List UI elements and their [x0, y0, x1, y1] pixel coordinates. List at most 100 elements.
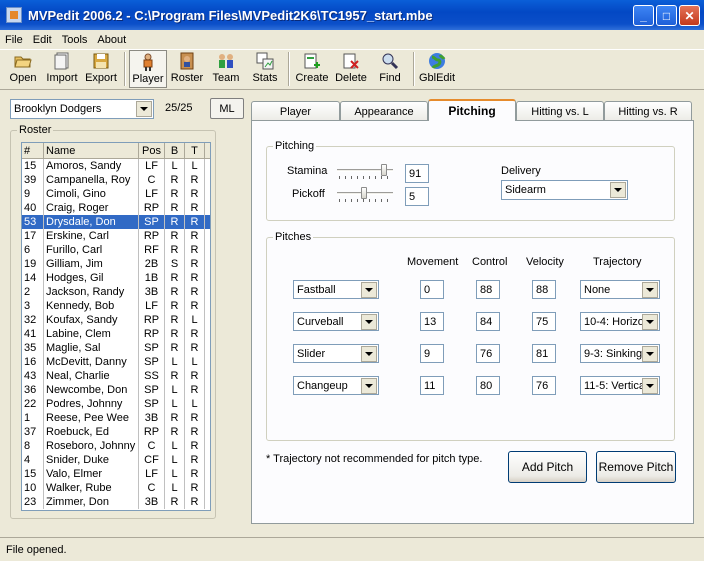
remove-pitch-button[interactable]: Remove Pitch [596, 451, 676, 483]
trajectory-dropdown[interactable]: None [580, 280, 660, 299]
table-row[interactable]: 43 Neal, Charlie SS R R [22, 369, 210, 383]
pitch-type-dropdown[interactable]: Slider [293, 344, 379, 363]
gbledit-button[interactable]: GblEdit [418, 50, 456, 88]
control-input[interactable]: 76 [476, 344, 500, 363]
create-button[interactable]: Create [293, 50, 331, 88]
menu-file[interactable]: File [0, 34, 28, 46]
find-button[interactable]: Find [371, 50, 409, 88]
movement-input[interactable]: 13 [420, 312, 444, 331]
import-button[interactable]: Import [43, 50, 81, 88]
control-input[interactable]: 88 [476, 280, 500, 299]
open-button[interactable]: Open [4, 50, 42, 88]
add-pitch-button[interactable]: Add Pitch [508, 451, 587, 483]
player-button[interactable]: Player [129, 50, 167, 88]
minimize-button[interactable]: _ [633, 5, 654, 26]
table-row[interactable]: 32 Koufax, Sandy RP R L [22, 313, 210, 327]
control-input[interactable]: 84 [476, 312, 500, 331]
close-button[interactable]: ✕ [679, 5, 700, 26]
pitch-type-dropdown[interactable]: Fastball [293, 280, 379, 299]
table-row[interactable]: 1 Reese, Pee Wee 3B R R [22, 411, 210, 425]
tab-pitching[interactable]: Pitching [428, 99, 516, 121]
trajectory-dropdown[interactable]: 11-5: Vertica [580, 376, 660, 395]
tab-appearance[interactable]: Appearance [340, 101, 428, 121]
table-row[interactable]: 15 Valo, Elmer LF L R [22, 467, 210, 481]
pickoff-slider-thumb[interactable] [361, 187, 367, 199]
table-row[interactable]: 8 Roseboro, Johnny C L R [22, 439, 210, 453]
roster-pos: SP [139, 355, 165, 369]
roster-throws: R [185, 271, 205, 285]
column-header-bats[interactable]: B [165, 143, 185, 158]
pitch-type-dropdown[interactable]: Curveball [293, 312, 379, 331]
chevron-down-icon[interactable] [642, 314, 658, 330]
table-row[interactable]: 6 Furillo, Carl RF R R [22, 243, 210, 257]
movement-input[interactable]: 0 [420, 280, 444, 299]
chevron-down-icon[interactable] [136, 101, 152, 117]
tab-hitting-vs-l[interactable]: Hitting vs. L [516, 101, 604, 121]
chevron-down-icon[interactable] [361, 378, 377, 394]
table-row[interactable]: 2 Jackson, Randy 3B R R [22, 285, 210, 299]
velocity-input[interactable]: 81 [532, 344, 556, 363]
team-dropdown[interactable]: Brooklyn Dodgers [10, 99, 154, 119]
stats-button[interactable]: Stats [246, 50, 284, 88]
table-row[interactable]: 16 McDevitt, Danny SP L L [22, 355, 210, 369]
table-row[interactable]: 35 Maglie, Sal SP R R [22, 341, 210, 355]
table-row[interactable]: 40 Craig, Roger RP R R [22, 201, 210, 215]
menu-edit[interactable]: Edit [28, 34, 57, 46]
table-row[interactable]: 9 Cimoli, Gino LF R R [22, 187, 210, 201]
chevron-down-icon[interactable] [642, 282, 658, 298]
column-header-number[interactable]: # [22, 143, 44, 158]
movement-input[interactable]: 11 [420, 376, 444, 395]
table-row[interactable]: 10 Walker, Rube C L R [22, 481, 210, 495]
table-row[interactable]: 3 Kennedy, Bob LF R R [22, 299, 210, 313]
table-row[interactable]: 53 Drysdale, Don SP R R [22, 215, 210, 229]
trajectory-dropdown[interactable]: 10-4: Horizo [580, 312, 660, 331]
team-button[interactable]: Team [207, 50, 245, 88]
chevron-down-icon[interactable] [361, 314, 377, 330]
chevron-down-icon[interactable] [642, 346, 658, 362]
table-row[interactable]: 17 Erskine, Carl RP R R [22, 229, 210, 243]
column-header-control: Control [472, 256, 508, 268]
maximize-button[interactable]: □ [656, 5, 677, 26]
table-row[interactable]: 23 Zimmer, Don 3B R R [22, 495, 210, 509]
table-row[interactable]: 4 Snider, Duke CF L R [22, 453, 210, 467]
velocity-input[interactable]: 76 [532, 376, 556, 395]
pitch-type-dropdown[interactable]: Changeup [293, 376, 379, 395]
tab-hitting-vs-r[interactable]: Hitting vs. R [604, 101, 692, 121]
roster-table[interactable]: # Name Pos B T 15 Amoros, Sandy LF L L 39 Camp… [21, 142, 211, 511]
stamina-slider-thumb[interactable] [381, 164, 387, 176]
column-header-throws[interactable]: T [185, 143, 205, 158]
import-page-icon [54, 52, 69, 70]
chevron-down-icon[interactable] [610, 182, 626, 198]
trajectory-dropdown[interactable]: 9-3: Sinking [580, 344, 660, 363]
stamina-slider[interactable] [337, 164, 393, 180]
roster-button[interactable]: Roster [168, 50, 206, 88]
delivery-dropdown[interactable]: Sidearm [501, 180, 628, 200]
chevron-down-icon[interactable] [642, 378, 658, 394]
export-button[interactable]: Export [82, 50, 120, 88]
chevron-down-icon[interactable] [361, 346, 377, 362]
velocity-input[interactable]: 88 [532, 280, 556, 299]
menu-about[interactable]: About [92, 34, 131, 46]
velocity-input[interactable]: 75 [532, 312, 556, 331]
stamina-input[interactable]: 91 [405, 164, 429, 183]
ml-button[interactable]: ML [210, 98, 244, 119]
table-row[interactable]: 36 Newcombe, Don SP L R [22, 383, 210, 397]
table-row[interactable]: 22 Podres, Johnny SP L L [22, 397, 210, 411]
table-row[interactable]: 15 Amoros, Sandy LF L L [22, 159, 210, 173]
column-header-name[interactable]: Name [44, 143, 139, 158]
menu-tools[interactable]: Tools [57, 34, 93, 46]
chevron-down-icon[interactable] [361, 282, 377, 298]
delete-button[interactable]: Delete [332, 50, 370, 88]
table-row[interactable]: 39 Campanella, Roy C R R [22, 173, 210, 187]
movement-input[interactable]: 9 [420, 344, 444, 363]
column-header-pos[interactable]: Pos [139, 143, 165, 158]
table-row[interactable]: 19 Gilliam, Jim 2B S R [22, 257, 210, 271]
table-row[interactable]: 37 Roebuck, Ed RP R R [22, 425, 210, 439]
pickoff-input[interactable]: 5 [405, 187, 429, 206]
table-row[interactable]: 14 Hodges, Gil 1B R R [22, 271, 210, 285]
table-row[interactable]: 41 Labine, Clem RP R R [22, 327, 210, 341]
tab-player[interactable]: Player [251, 101, 340, 121]
control-input[interactable]: 80 [476, 376, 500, 395]
pickoff-slider[interactable] [337, 187, 393, 203]
roster-throws: R [185, 257, 205, 271]
